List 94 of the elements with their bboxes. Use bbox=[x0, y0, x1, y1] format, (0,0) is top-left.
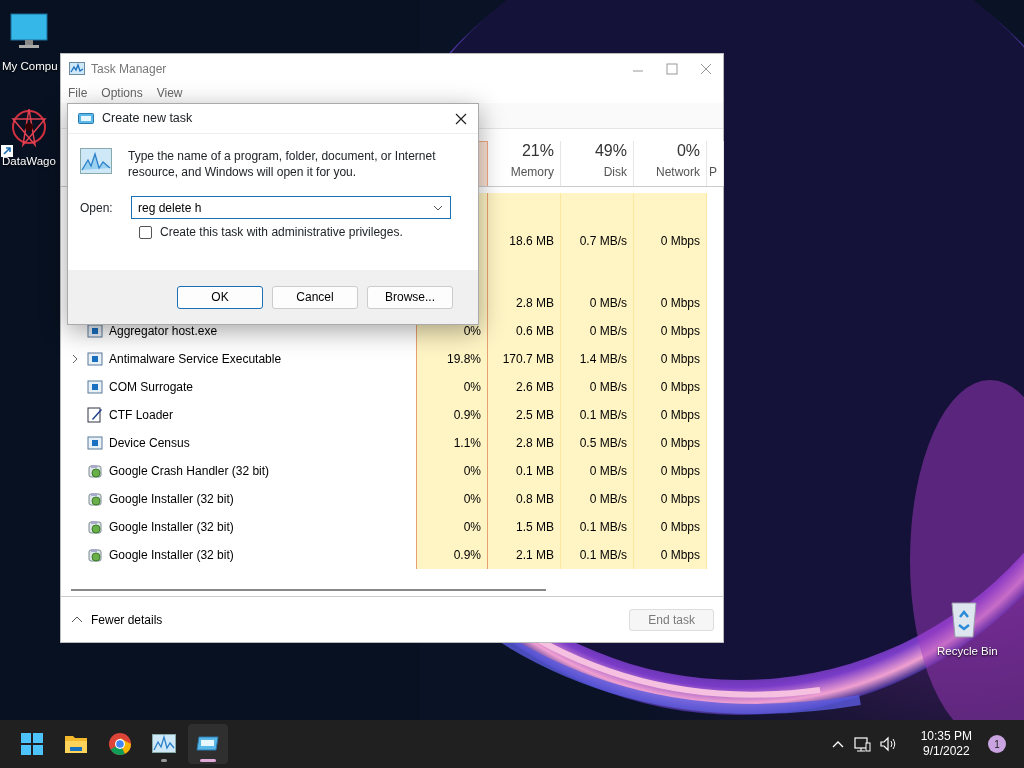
installer-icon bbox=[87, 519, 103, 535]
expand-icon[interactable] bbox=[70, 353, 80, 365]
window-title: Task Manager bbox=[91, 60, 167, 78]
table-cell: 0 Mbps bbox=[634, 457, 707, 485]
installer-icon bbox=[87, 547, 103, 563]
column-header[interactable]: 0% Network bbox=[634, 141, 707, 186]
table-cell: 0 Mbps bbox=[634, 541, 707, 569]
checkbox-label: Create this task with administrative privileges. bbox=[160, 224, 403, 242]
table-cell: 0 Mbps bbox=[634, 227, 707, 255]
taskbar-button[interactable] bbox=[188, 724, 228, 764]
table-cell: 0.6 MB bbox=[488, 317, 561, 345]
table-cell: 1.5 MB bbox=[488, 513, 561, 541]
process-name[interactable]: Antimalware Service Executable bbox=[109, 350, 282, 368]
table-cell: 0.1 MB/s bbox=[561, 541, 634, 569]
process-name[interactable]: Aggregator host.exe bbox=[109, 322, 218, 340]
table-cell: 0 Mbps bbox=[634, 345, 707, 373]
fewer-details-link[interactable]: Fewer details bbox=[91, 610, 163, 629]
table-cell: 0 MB/s bbox=[561, 289, 634, 317]
checkbox[interactable] bbox=[139, 225, 152, 239]
table-cell: 0% bbox=[416, 373, 488, 401]
icon-label[interactable]: My Compu bbox=[0, 58, 58, 76]
table-cell: 0 MB/s bbox=[561, 457, 634, 485]
graph-icon bbox=[152, 732, 176, 756]
table-cell: 19.8% bbox=[416, 345, 488, 373]
process-name[interactable]: CTF Loader bbox=[109, 406, 174, 424]
menu-item[interactable]: View bbox=[156, 84, 183, 102]
installer-icon bbox=[87, 491, 103, 507]
table-cell: 0.1 MB bbox=[488, 457, 561, 485]
table-cell: 0 MB/s bbox=[561, 485, 634, 513]
table-cell: 0 Mbps bbox=[634, 317, 707, 345]
table-cell: 0.9% bbox=[416, 401, 488, 429]
column-header[interactable]: 49% Disk bbox=[561, 141, 634, 186]
table-cell: 0% bbox=[416, 513, 488, 541]
table-cell: 0 Mbps bbox=[634, 513, 707, 541]
table-cell: 0 MB/s bbox=[561, 317, 634, 345]
table-cell: 0.7 MB/s bbox=[561, 227, 634, 255]
menu-item[interactable]: File bbox=[68, 84, 88, 102]
table-cell: 0% bbox=[416, 457, 488, 485]
window-icon bbox=[87, 435, 103, 451]
process-name[interactable]: Google Installer (32 bit) bbox=[109, 546, 234, 564]
volume-icon[interactable] bbox=[878, 735, 897, 753]
process-name[interactable]: COM Surrogate bbox=[109, 378, 194, 396]
column-header[interactable]: P bbox=[707, 141, 724, 186]
table-cell: 2.5 MB bbox=[488, 401, 561, 429]
process-name[interactable]: Google Crash Handler (32 bit) bbox=[109, 462, 270, 480]
table-cell: 0.5 MB/s bbox=[561, 429, 634, 457]
process-name[interactable]: Google Installer (32 bit) bbox=[109, 490, 234, 508]
table-cell: 0 Mbps bbox=[634, 289, 707, 317]
table-cell: 1.4 MB/s bbox=[561, 345, 634, 373]
window-icon bbox=[87, 379, 103, 395]
table-cell: 0 MB/s bbox=[561, 373, 634, 401]
command-field[interactable]: reg delete h bbox=[131, 196, 451, 220]
notification-badge[interactable]: 1 bbox=[988, 735, 1006, 753]
process-name[interactable]: Google Installer (32 bit) bbox=[109, 518, 234, 536]
menu-item[interactable]: Options bbox=[101, 84, 143, 102]
table-cell: 0 Mbps bbox=[634, 429, 707, 457]
table-cell: 2.8 MB bbox=[488, 289, 561, 317]
table-cell: 0 Mbps bbox=[634, 401, 707, 429]
dialog-button[interactable]: Browse... bbox=[367, 285, 453, 309]
table-cell: 0 Mbps bbox=[634, 485, 707, 513]
table-cell: 0.8 MB bbox=[488, 485, 561, 513]
table-cell: 18.6 MB bbox=[488, 227, 561, 255]
table-cell: 0% bbox=[416, 485, 488, 513]
icon-label[interactable]: Recycle Bin bbox=[935, 643, 998, 661]
clock[interactable]: 10:35 PM 9/1/2022 bbox=[920, 729, 972, 759]
table-cell: 1.1% bbox=[416, 429, 488, 457]
start-icon bbox=[20, 732, 44, 756]
table-cell: 0.9% bbox=[416, 541, 488, 569]
chevron-up-icon[interactable] bbox=[71, 615, 83, 624]
table-cell: 0.1 MB/s bbox=[561, 401, 634, 429]
column-header[interactable]: 21% Memory bbox=[488, 141, 561, 186]
pen-icon bbox=[87, 407, 103, 423]
table-cell: 2.8 MB bbox=[488, 429, 561, 457]
dropdown-caret-icon[interactable] bbox=[433, 204, 443, 213]
network-icon[interactable] bbox=[852, 735, 871, 753]
dialog-title: Create new task bbox=[102, 110, 193, 128]
table-cell: 170.7 MB bbox=[488, 345, 561, 373]
window-icon bbox=[87, 351, 103, 367]
table-cell: 0.1 MB/s bbox=[561, 513, 634, 541]
process-name[interactable]: Device Census bbox=[109, 434, 190, 452]
dialog-description: Type the name of a program, folder, document, or Internet resource, and Windows will open it for you. bbox=[128, 148, 437, 181]
graph-icon bbox=[80, 148, 112, 174]
browser-icon bbox=[108, 732, 132, 756]
window-icon bbox=[78, 112, 94, 125]
app-icon bbox=[69, 61, 85, 76]
scrollbar-thumb[interactable] bbox=[71, 589, 546, 591]
installer-icon bbox=[87, 463, 103, 479]
icon-label[interactable]: DataWago bbox=[0, 153, 56, 171]
table-cell: 0 Mbps bbox=[634, 373, 707, 401]
dialog-button[interactable]: OK bbox=[177, 285, 263, 309]
table-cell: 2.6 MB bbox=[488, 373, 561, 401]
open-label: Open: bbox=[80, 199, 114, 217]
table-cell: 2.1 MB bbox=[488, 541, 561, 569]
dialog-button[interactable]: Cancel bbox=[272, 285, 358, 309]
